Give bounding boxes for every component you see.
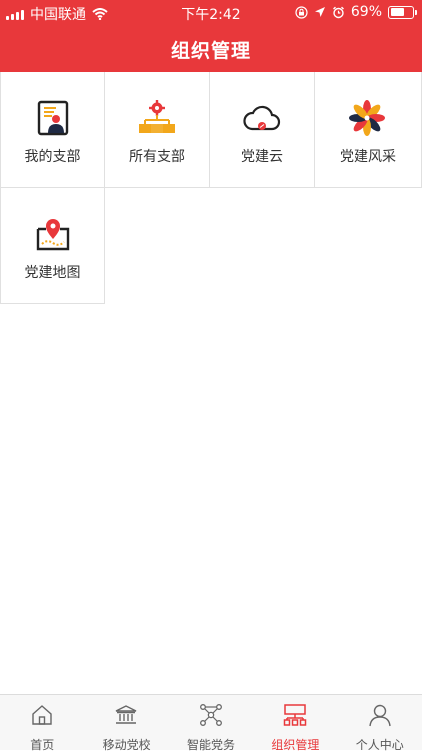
tab-label: 组织管理 [271,738,320,752]
grid-item-party-cloud[interactable]: 党建云 [210,72,315,188]
org-chart-icon [139,100,175,133]
app-header: 中国联通 下午2:42 69% 组织管理 [0,0,422,72]
tab-label: 智能党务 [186,738,235,752]
battery-icon [388,5,417,19]
building-icon [116,705,137,724]
page-title: 组织管理 [170,40,251,62]
tab-mobile-school[interactable]: 移动党校 [84,695,168,752]
grid-item-party-style[interactable]: 党建风采 [315,72,422,188]
location-arrow-icon [314,7,325,17]
tab-org-management[interactable]: 组织管理 [253,695,337,752]
grid-item-label: 党建地图 [24,265,81,281]
rotation-lock-icon [295,5,308,19]
tab-label: 首页 [30,738,55,752]
org-structure-icon [283,704,307,726]
grid-item-all-branches[interactable]: 所有支部 [105,72,210,188]
grid-item-party-map[interactable]: 党建地图 [0,188,105,304]
network-icon [199,704,222,726]
grid-item-label: 我的支部 [24,149,81,165]
member-card-icon [37,100,69,136]
bottom-tab-bar: 首页 移动党校 智能党务 组织管理 个人中心 [0,694,422,752]
tab-label: 个人中心 [355,738,404,752]
grid-item-label: 所有支部 [129,149,185,165]
cloud-party-icon [243,105,281,131]
status-right: 69% [295,4,417,20]
alarm-icon [332,6,344,18]
tab-profile[interactable]: 个人中心 [338,695,422,752]
grid-item-label: 党建云 [241,149,283,165]
battery-percent: 69% [350,4,382,20]
grid-item-label: 党建风采 [340,149,396,165]
grid-item-my-branch[interactable]: 我的支部 [0,72,105,188]
status-bar: 中国联通 下午2:42 69% [0,0,422,24]
person-icon [368,704,391,727]
map-pin-icon [36,219,70,251]
tab-home[interactable]: 首页 [0,695,84,752]
flower-petals-icon [349,100,385,136]
tab-label: 移动党校 [102,738,151,752]
tab-smart-affairs[interactable]: 智能党务 [169,695,253,752]
home-icon [32,705,52,725]
